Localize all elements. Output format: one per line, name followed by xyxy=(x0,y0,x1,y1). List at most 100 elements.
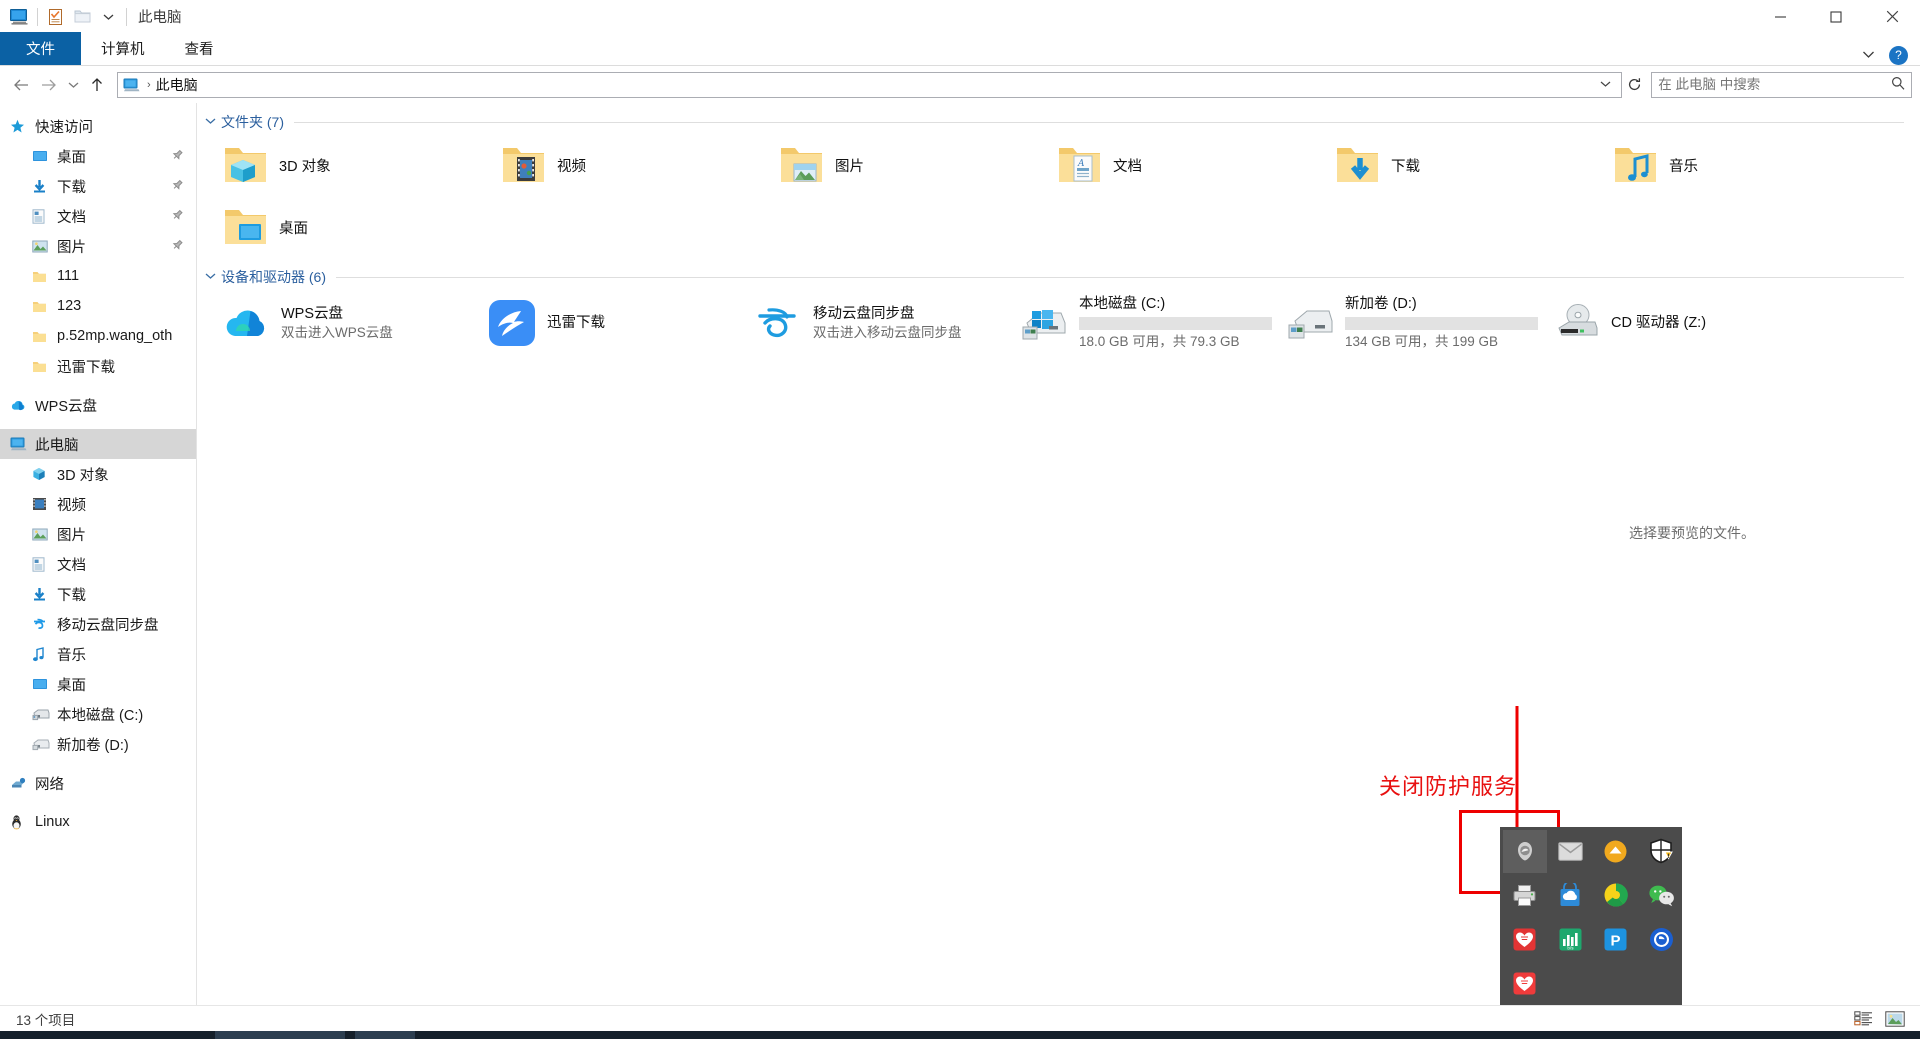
tab-computer[interactable]: 计算机 xyxy=(81,32,165,65)
sidebar-item-new-volume-d[interactable]: 新加卷 (D:) xyxy=(0,729,196,759)
minimize-button[interactable] xyxy=(1752,0,1808,33)
recent-locations-button[interactable] xyxy=(62,71,83,99)
chevron-down-icon[interactable] xyxy=(205,116,221,128)
ribbon-right-controls: ? xyxy=(1856,45,1920,65)
linux-penguin-icon xyxy=(10,814,32,830)
sidebar-item-documents-qa[interactable]: 文档 xyxy=(0,201,196,231)
drive-item-cloud-sync[interactable]: 移动云盘同步盘 双击进入移动云盘同步盘 xyxy=(743,292,1009,354)
sidebar-item-pictures-qa[interactable]: 图片 xyxy=(0,231,196,261)
drive-item-wps-cloud[interactable]: WPS云盘 双击进入WPS云盘 xyxy=(211,292,477,354)
sidebar-item-downloads[interactable]: 下载 xyxy=(0,579,196,609)
sidebar-item-3d-objects[interactable]: 3D 对象 xyxy=(0,459,196,489)
sidebar-item-pictures[interactable]: 图片 xyxy=(0,519,196,549)
group-title: 设备和驱动器 (6) xyxy=(221,269,326,285)
up-button[interactable] xyxy=(84,71,111,99)
back-button[interactable] xyxy=(8,71,35,99)
sidebar-label: 文档 xyxy=(57,557,86,574)
sidebar-group-quick-access[interactable]: 快速访问 xyxy=(0,111,196,141)
group-header-folders[interactable]: 文件夹 (7) xyxy=(205,110,1920,134)
downloads-icon xyxy=(32,179,54,194)
folder-label: 3D 对象 xyxy=(279,158,331,175)
sidebar-item-music[interactable]: 音乐 xyxy=(0,639,196,669)
search-input[interactable] xyxy=(1658,77,1892,92)
drive-item-local-disk-c[interactable]: 本地磁盘 (C:) 18.0 GB 可用，共 79.3 GB xyxy=(1009,292,1275,354)
green-network-monitor-icon[interactable]: b/s xyxy=(1548,918,1592,961)
sidebar-item-desktop-qa[interactable]: 桌面 xyxy=(0,141,196,171)
chevron-down-icon[interactable] xyxy=(205,271,221,283)
sidebar-item-network[interactable]: 网络 xyxy=(0,768,196,798)
folder-item-pictures[interactable]: 图片 xyxy=(767,136,1045,194)
sidebar-item-desktop[interactable]: 桌面 xyxy=(0,669,196,699)
new-folder-icon[interactable] xyxy=(69,4,95,30)
customize-dropdown-icon[interactable] xyxy=(95,4,121,30)
p-app-icon[interactable]: P xyxy=(1594,918,1638,961)
wps-cloud-icon xyxy=(217,296,275,350)
wechat-icon[interactable] xyxy=(1639,874,1683,917)
sidebar-label: Linux xyxy=(35,814,70,830)
breadcrumb-dropdown-icon[interactable] xyxy=(1594,79,1617,91)
folder-item-documents[interactable]: A 文档 xyxy=(1045,136,1323,194)
search-box[interactable] xyxy=(1651,71,1913,98)
quick-access-toolbar: 此电脑 xyxy=(0,0,182,33)
sidebar-item-111[interactable]: 111 xyxy=(0,261,196,291)
sidebar-item-p52mp[interactable]: p.52mp.wang_oth xyxy=(0,321,196,351)
toolbar-divider-2 xyxy=(126,7,127,26)
forward-button[interactable] xyxy=(35,71,62,99)
folder-item-music[interactable]: 音乐 xyxy=(1601,136,1879,194)
sidebar-item-local-disk-c[interactable]: 本地磁盘 (C:) xyxy=(0,699,196,729)
taskbar-item[interactable] xyxy=(215,1031,345,1039)
folder-icon xyxy=(32,300,54,313)
sidebar-item-videos[interactable]: 视频 xyxy=(0,489,196,519)
large-icons-view-button[interactable] xyxy=(1884,1009,1906,1029)
maximize-button[interactable] xyxy=(1808,0,1864,33)
this-pc-icon[interactable] xyxy=(6,4,32,30)
red-heart-app-icon[interactable] xyxy=(1503,918,1547,961)
refresh-button[interactable] xyxy=(1622,72,1647,98)
folder-item-3d-objects[interactable]: 3D 对象 xyxy=(211,136,489,194)
sidebar-item-wps-cloud[interactable]: WPS云盘 xyxy=(0,390,196,420)
drive-item-new-volume-d[interactable]: 新加卷 (D:) 134 GB 可用，共 199 GB xyxy=(1275,292,1541,354)
properties-icon[interactable] xyxy=(43,4,69,30)
red-heart-app2-icon[interactable] xyxy=(1503,962,1547,1005)
drive-sub: 双击进入WPS云盘 xyxy=(281,324,393,340)
drive-meta: WPS云盘 双击进入WPS云盘 xyxy=(281,306,393,341)
breadcrumb-this-pc[interactable]: 此电脑 xyxy=(156,75,198,95)
group-header-devices[interactable]: 设备和驱动器 (6) xyxy=(205,265,1920,289)
drive-item-cd-drive-z[interactable]: CD 驱动器 (Z:) xyxy=(1541,292,1807,354)
sidebar-label: 本地磁盘 (C:) xyxy=(57,707,144,724)
desktop-icon xyxy=(32,149,54,163)
mail-icon[interactable] xyxy=(1548,830,1592,873)
sidebar-item-linux[interactable]: Linux xyxy=(0,807,196,837)
sidebar-item-xunlei-download[interactable]: 迅雷下载 xyxy=(0,351,196,381)
close-button[interactable] xyxy=(1864,0,1920,33)
printer-icon[interactable] xyxy=(1503,874,1547,917)
sidebar-item-123[interactable]: 123 xyxy=(0,291,196,321)
onedrive-bag-icon[interactable] xyxy=(1548,874,1592,917)
address-bar: › 此电脑 xyxy=(0,66,1920,103)
tab-file[interactable]: 文件 xyxy=(0,32,81,65)
protection-service-icon[interactable] xyxy=(1502,829,1547,873)
blue-circle-app-icon[interactable] xyxy=(1639,918,1683,961)
update-arrow-icon[interactable] xyxy=(1594,830,1638,873)
sidebar-item-downloads-qa[interactable]: 下载 xyxy=(0,171,196,201)
details-view-button[interactable] xyxy=(1852,1009,1874,1029)
breadcrumb[interactable]: › 此电脑 xyxy=(116,71,1622,98)
pin-icon xyxy=(168,177,186,195)
360-browser-icon[interactable] xyxy=(1594,874,1638,917)
folder-icon xyxy=(32,270,54,283)
sidebar-label: WPS云盘 xyxy=(35,398,98,415)
tab-view[interactable]: 查看 xyxy=(165,32,234,65)
sidebar-item-cloud-sync[interactable]: 移动云盘同步盘 xyxy=(0,609,196,639)
folder-item-videos[interactable]: 视频 xyxy=(489,136,767,194)
search-icon[interactable] xyxy=(1891,76,1905,93)
drive-item-xunlei[interactable]: 迅雷下载 xyxy=(477,292,743,354)
group-divider xyxy=(336,276,1904,278)
security-shield-warning-icon[interactable] xyxy=(1639,830,1683,873)
help-icon[interactable]: ? xyxy=(1889,45,1908,65)
sidebar-item-this-pc[interactable]: 此电脑 xyxy=(0,429,196,459)
folder-item-downloads[interactable]: 下载 xyxy=(1323,136,1601,194)
sidebar-item-documents[interactable]: 文档 xyxy=(0,549,196,579)
collapse-ribbon-icon[interactable] xyxy=(1856,45,1881,65)
folder-item-desktop[interactable]: 桌面 xyxy=(211,198,489,256)
taskbar-item[interactable] xyxy=(355,1031,415,1039)
